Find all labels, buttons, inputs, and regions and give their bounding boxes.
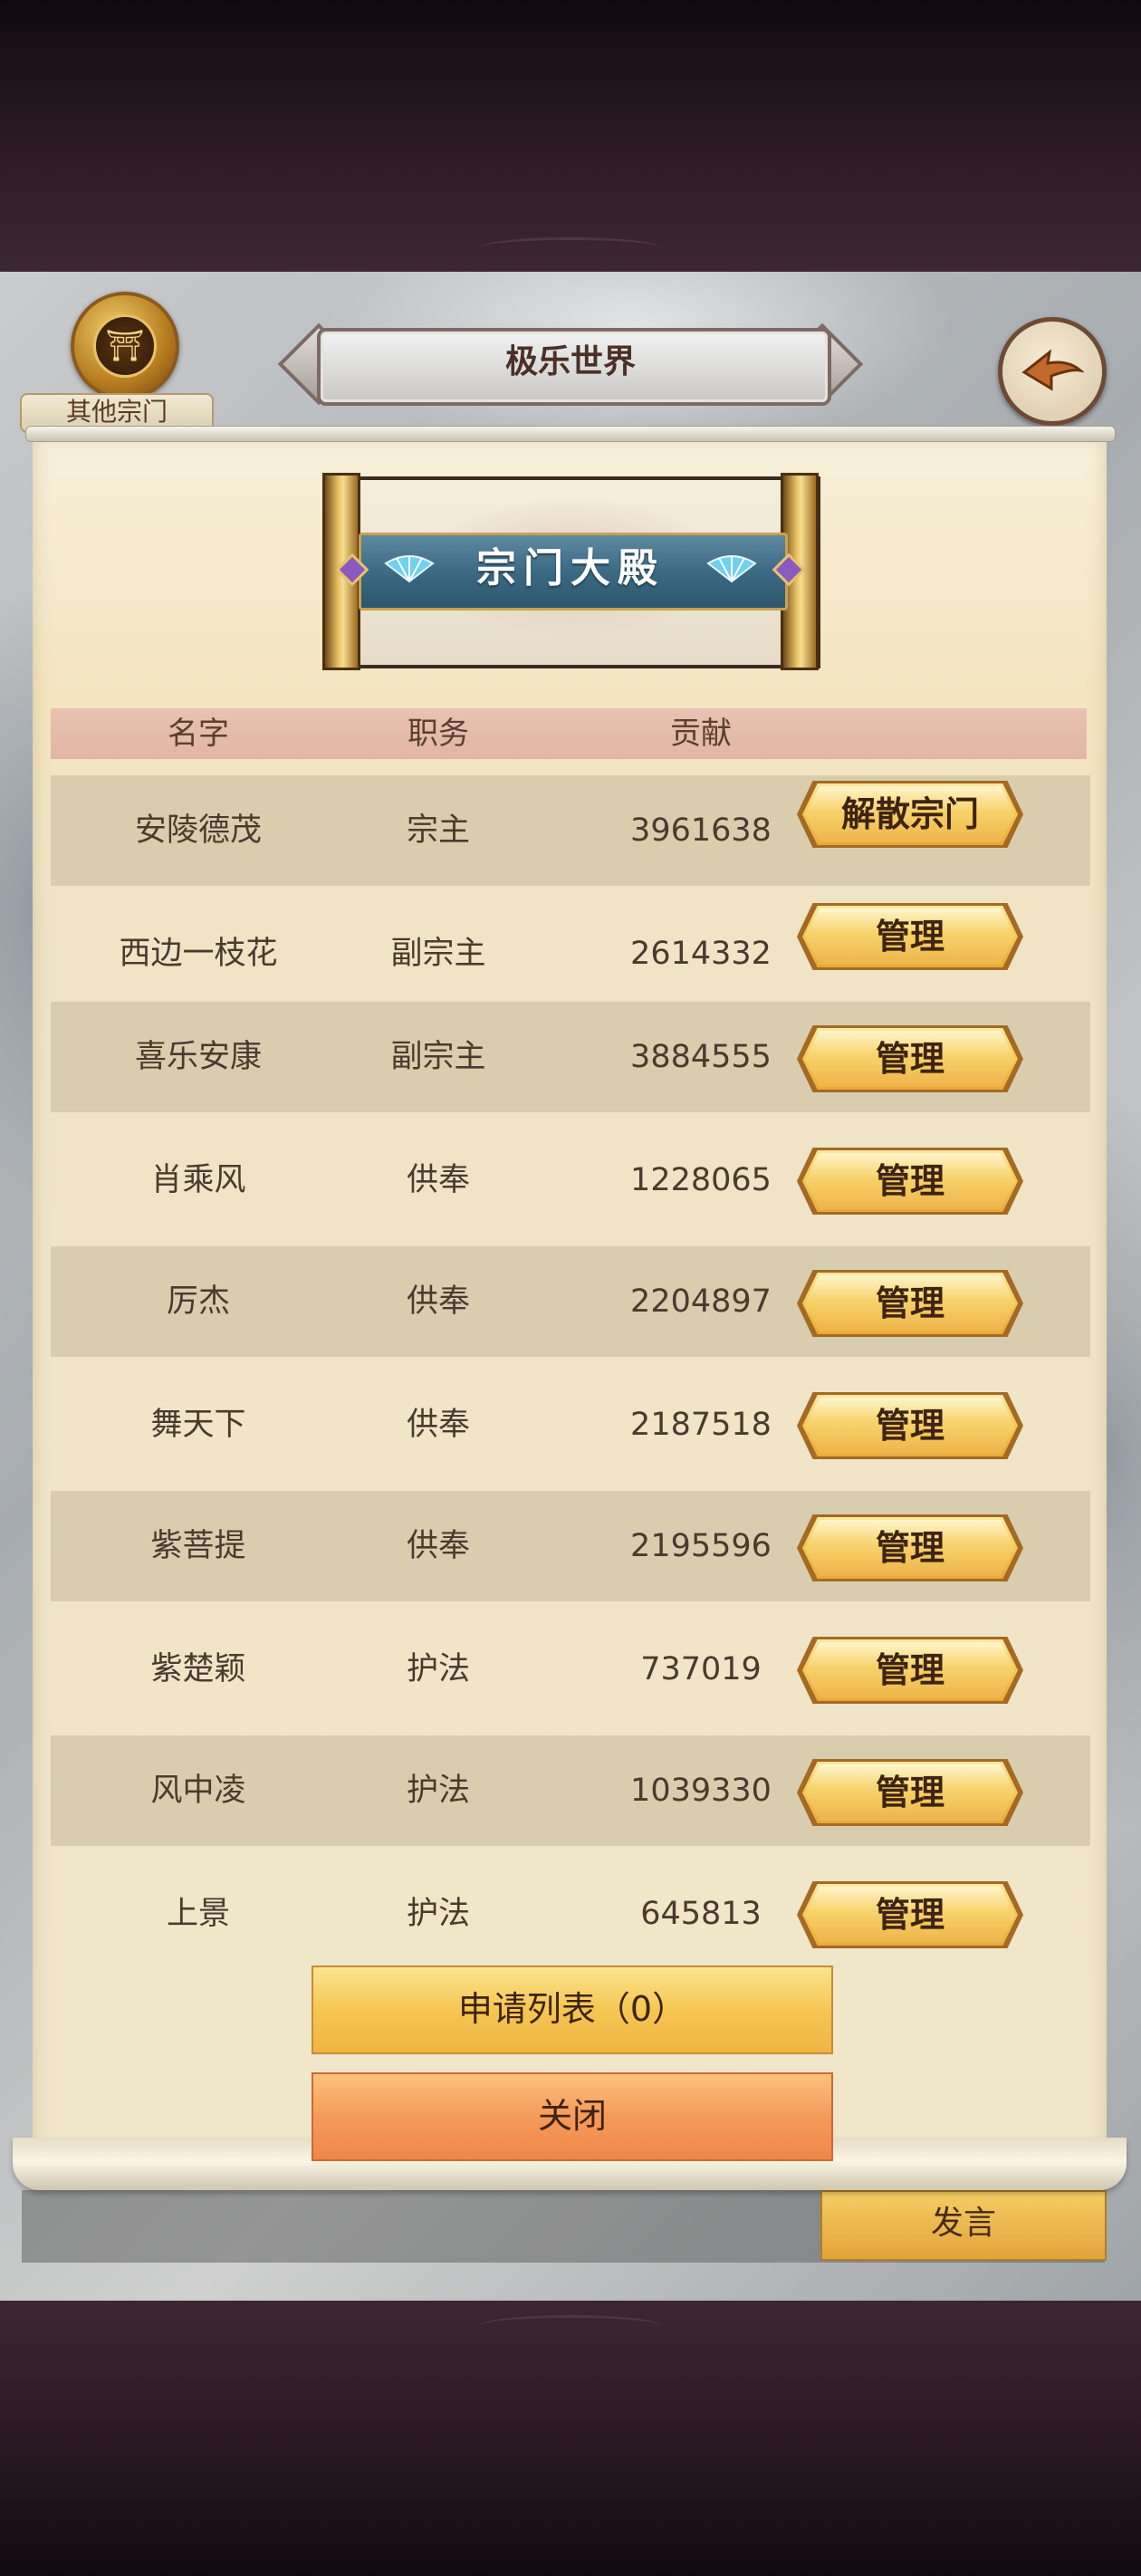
manage-button[interactable]: 管理 <box>802 1150 1018 1212</box>
speak-button[interactable]: 发言 <box>820 2190 1107 2261</box>
manage-button[interactable]: 管理 <box>802 1395 1018 1456</box>
manage-button[interactable]: 管理 <box>802 1517 1018 1579</box>
sect-hall-banner: 宗门大殿 <box>322 473 820 670</box>
manage-button[interactable]: 管理 <box>802 1884 1018 1946</box>
manage-button[interactable]: 管理 <box>802 1028 1018 1090</box>
top-letterbox <box>0 0 1141 272</box>
manage-button[interactable]: 管理 <box>802 906 1018 967</box>
manage-button[interactable]: 管理 <box>802 1762 1018 1823</box>
sect-emblem-icon: ⛩ <box>71 292 179 400</box>
members-table-header: 名字 职务 贡献 <box>51 708 1087 759</box>
back-arrow-icon <box>1021 349 1084 391</box>
top-ornament <box>480 237 661 258</box>
column-header-contribution: 贡献 <box>670 716 732 752</box>
bottom-ornament <box>480 2315 661 2336</box>
manage-button[interactable]: 管理 <box>802 1273 1018 1334</box>
apply-list-button[interactable]: 申请列表（0） <box>312 1966 833 2054</box>
back-button[interactable] <box>998 317 1107 426</box>
bottom-letterbox <box>0 2301 1141 2576</box>
panel-title: 宗门大殿 <box>476 545 665 591</box>
world-title: 极乐世界 <box>504 343 636 380</box>
dissolve-sect-button[interactable]: 解散宗门 <box>802 783 1018 845</box>
other-sect-button[interactable]: ⛩ 其他宗门 <box>20 292 214 433</box>
scroll-top-rod <box>25 426 1116 442</box>
close-button[interactable]: 关闭 <box>312 2072 833 2161</box>
world-title-plaque: 极乐世界 <box>277 322 864 406</box>
manage-button[interactable]: 管理 <box>802 1639 1018 1701</box>
